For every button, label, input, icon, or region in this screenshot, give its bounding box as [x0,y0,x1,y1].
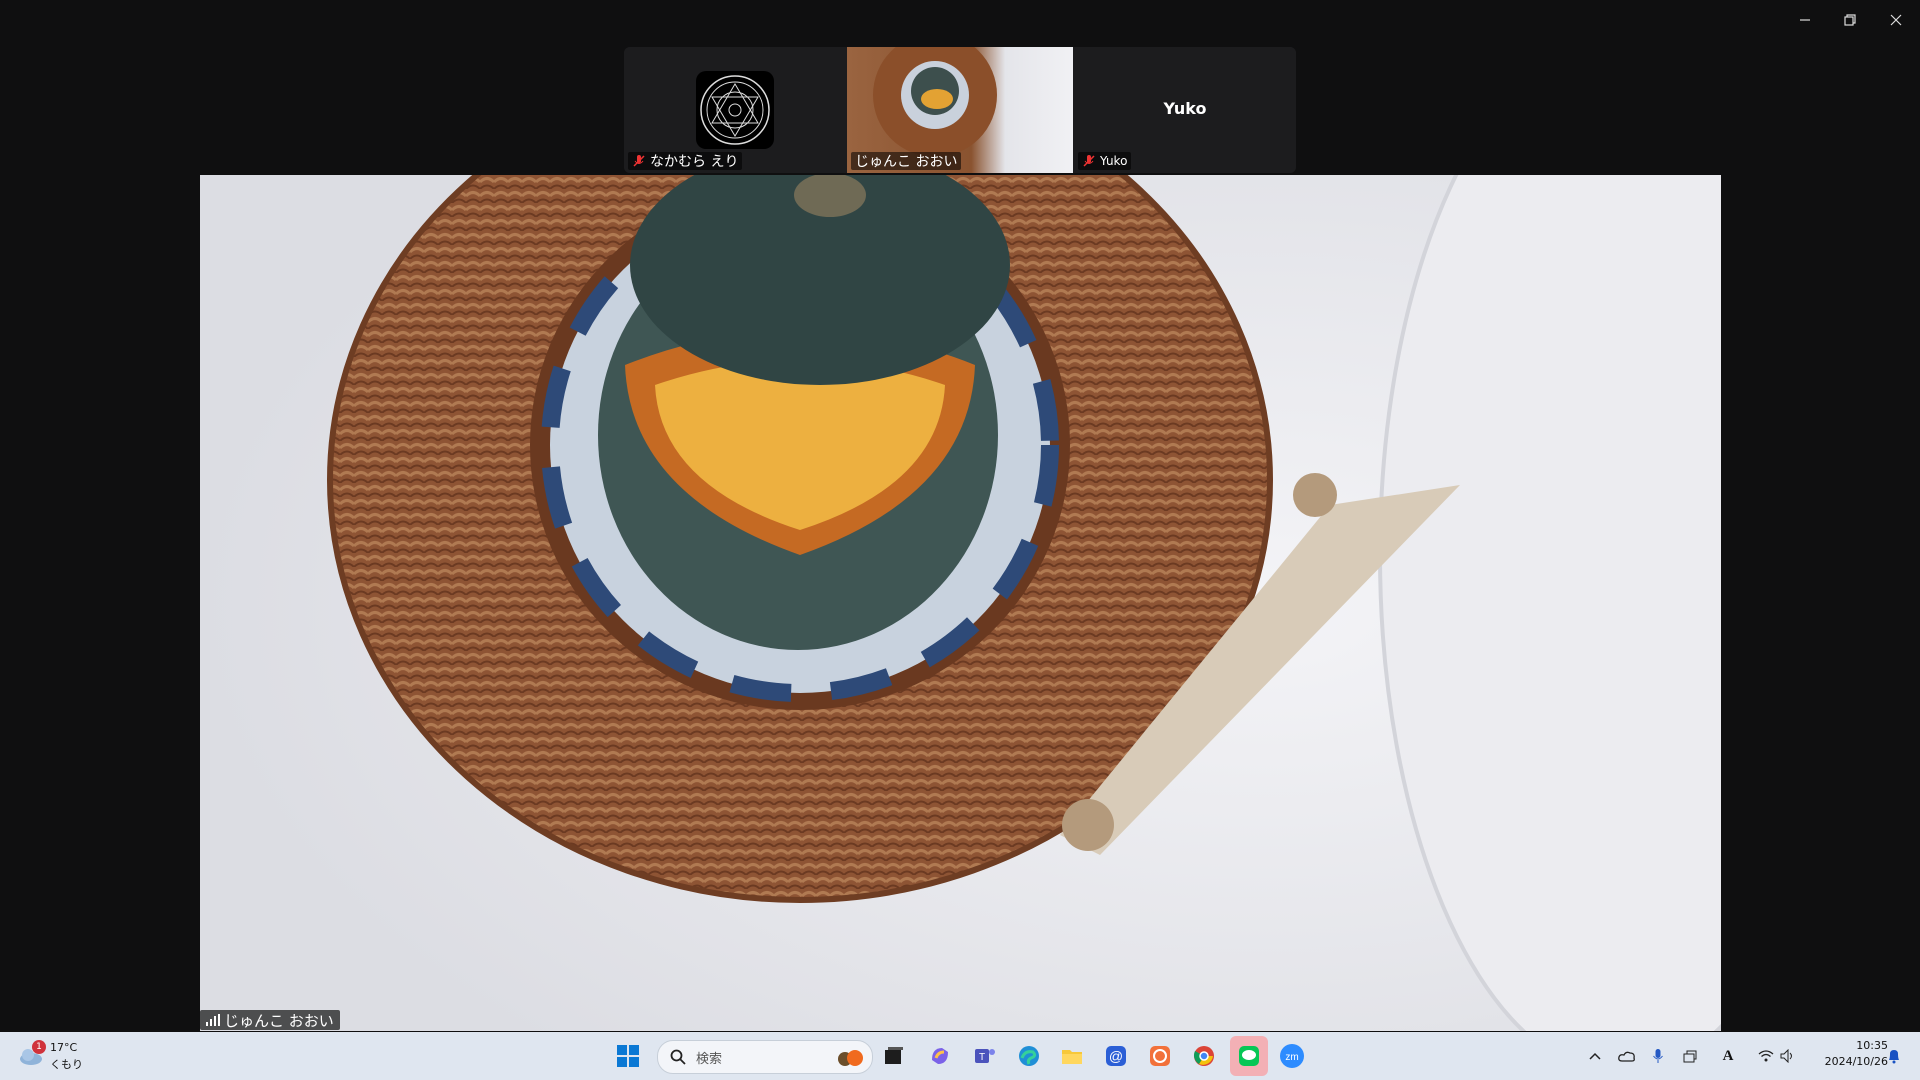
task-view-icon [885,1047,903,1064]
edge-button[interactable] [1013,1040,1045,1072]
participant-name: じゅんこ おおい [855,154,958,170]
task-view-button[interactable] [878,1040,910,1072]
main-video-name-label: じゅんこ おおい [200,1010,340,1030]
device-icon [1683,1050,1697,1063]
zoom-icon: zm [1280,1044,1304,1068]
wifi-tray-button[interactable] [1754,1032,1778,1080]
participant-tile[interactable]: Yuko Yuko [1074,47,1296,173]
speaker-name: じゅんこ おおい [224,1011,334,1030]
ime-indicator[interactable]: A [1716,1032,1740,1080]
weather-condition: くもり [50,1058,83,1071]
weather-temp: 17°C [50,1041,78,1054]
svg-text:@: @ [1109,1048,1123,1064]
svg-text:T: T [979,1052,985,1063]
tray-overflow-button[interactable] [1584,1032,1606,1080]
participant-tile-active[interactable]: じゅんこ おおい [847,47,1073,173]
weather-widget[interactable]: 1 17°C くもり [14,1038,84,1074]
participant-name-label: Yuko [1078,152,1132,170]
microphone-icon [1653,1049,1663,1063]
cloud-icon [1618,1051,1635,1062]
ime-indicator-label: A [1722,1047,1734,1064]
line-icon [1239,1046,1259,1066]
microphone-tray-button[interactable] [1646,1032,1670,1080]
participant-strip: なかむら えり じゅんこ おおい Yuko Yuko [624,47,1296,173]
copilot-button[interactable] [924,1040,956,1072]
chrome-icon [1194,1046,1214,1066]
close-button[interactable] [1874,8,1918,32]
participant-name-label: なかむら えり [628,152,743,170]
edge-icon [1019,1046,1039,1066]
onedrive-tray-button[interactable] [1614,1032,1640,1080]
mic-muted-icon [1083,155,1095,167]
device-tray-button[interactable] [1678,1032,1702,1080]
orange-app-icon [1150,1046,1170,1066]
close-icon [1890,14,1902,26]
mic-muted-icon [633,155,645,167]
avatar [696,71,774,149]
teams-button[interactable]: T [969,1040,1001,1072]
copilot-icon [932,1048,948,1064]
participant-name-label: じゅんこ おおい [851,152,962,170]
participant-tile[interactable]: なかむら えり [624,47,846,173]
restore-icon [1844,14,1856,26]
volume-tray-button[interactable] [1776,1032,1800,1080]
pumpkin-dish-photo [200,175,1721,1031]
participant-name: Yuko [1100,154,1128,168]
participant-display-name: Yuko [1163,99,1207,118]
mandala-avatar-image [700,75,770,145]
minimize-button[interactable] [1783,8,1827,32]
notifications-button[interactable] [1882,1032,1906,1080]
notification-badge: 1 [32,1040,46,1054]
zoom-button[interactable]: zm [1276,1040,1308,1072]
minimize-icon [1800,19,1810,21]
search-icon [670,1049,686,1065]
search-placeholder: 検索 [696,1051,723,1067]
orange-app-button[interactable] [1144,1040,1176,1072]
windows-logo-icon [617,1045,639,1067]
participant-name: なかむら えり [650,154,739,170]
bell-icon [1889,1050,1899,1064]
speaker-icon [1780,1049,1792,1063]
taskbar-search[interactable]: 検索 [657,1040,873,1074]
taskbar: 1 17°C くもり 検索 T @ zm A 10:35 2024/10/26 [0,1032,1920,1080]
main-video-feed [200,175,1721,1031]
file-explorer-button[interactable] [1056,1040,1088,1072]
line-button[interactable] [1230,1036,1268,1076]
restore-button[interactable] [1828,8,1872,32]
chevron-up-icon [1589,1052,1601,1060]
mail-button[interactable]: @ [1100,1040,1132,1072]
signal-bars-icon [206,1014,220,1026]
start-button[interactable] [612,1040,644,1072]
clock[interactable]: 10:35 2024/10/26 [1808,1038,1888,1074]
wifi-icon [1758,1050,1774,1062]
svg-text:zm: zm [1285,1052,1298,1063]
mail-icon: @ [1106,1046,1126,1066]
clock-time: 10:35 [1856,1039,1888,1052]
chrome-button[interactable] [1188,1040,1220,1072]
folder-icon [1062,1050,1082,1064]
teams-icon: T [975,1049,995,1063]
pumpkin-icon [836,1047,864,1067]
clock-date: 2024/10/26 [1824,1055,1888,1068]
